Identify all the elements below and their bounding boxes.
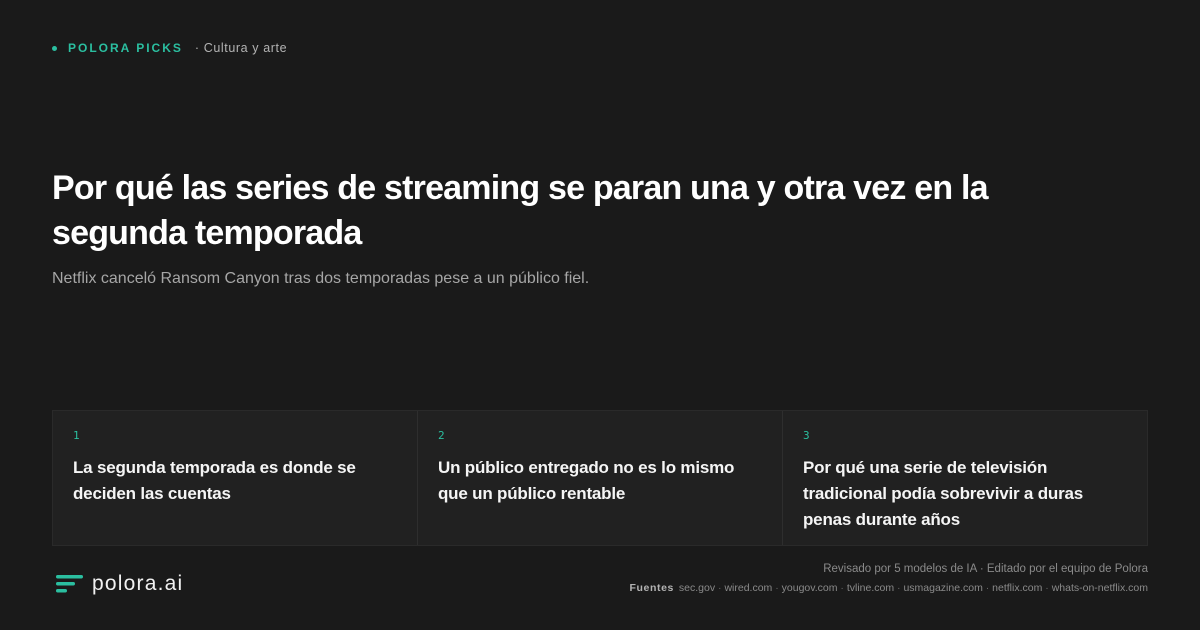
card-number: 1	[73, 429, 80, 442]
source-link[interactable]: tvline.com	[847, 582, 894, 594]
separator: ·	[985, 582, 990, 594]
separator: ·	[775, 582, 779, 594]
sources-label: Fuentes	[629, 582, 674, 594]
key-point-card[interactable]: 2 Un público entregado no es lo mismo qu…	[418, 411, 783, 545]
section-label[interactable]: · Cultura y arte	[195, 41, 287, 55]
logo-wordmark: polora.ai	[92, 572, 184, 595]
card-text: La segunda temporada es donde se deciden…	[73, 458, 356, 503]
card-text: Un público entregado no es lo mismo que …	[438, 458, 735, 503]
review-note: Revisado por 5 modelos de IA · Editado p…	[823, 563, 1148, 575]
source-link[interactable]: usmagazine.com	[903, 582, 982, 594]
polora-logo-icon	[56, 575, 83, 593]
header-tagline: POLORA PICKS · Cultura y arte	[52, 40, 287, 56]
source-link[interactable]: wired.com	[724, 582, 772, 594]
card-number: 2	[438, 429, 445, 442]
separator: ·	[718, 582, 722, 594]
brand-tag[interactable]: POLORA PICKS	[68, 41, 183, 55]
separator: ·	[1045, 582, 1049, 594]
separator: ·	[897, 582, 901, 594]
page-subtitle: Netflix canceló Ransom Canyon tras dos t…	[52, 270, 590, 287]
key-point-card[interactable]: 3 Por qué una serie de televisión tradic…	[783, 411, 1147, 545]
sources-line: Fuentes sec.gov · wired.com · yougov.com…	[630, 582, 1148, 594]
source-link[interactable]: netflix.com	[992, 582, 1042, 594]
footer-credits: Revisado por 5 modelos de IA · Editado p…	[630, 563, 1148, 594]
source-link[interactable]: whats-on-netflix.com	[1052, 582, 1148, 594]
card-text: Por qué una serie de televisión tradicio…	[803, 458, 1083, 529]
separator: ·	[840, 582, 844, 594]
key-points: 1 La segunda temporada es donde se decid…	[52, 410, 1148, 546]
card-number: 3	[803, 429, 810, 442]
source-link[interactable]: sec.gov	[679, 582, 715, 594]
accent-dot-icon	[52, 45, 57, 51]
key-point-card[interactable]: 1 La segunda temporada es donde se decid…	[53, 411, 418, 545]
page-title: Por qué las series de streaming se paran…	[52, 169, 989, 252]
source-link[interactable]: yougov.com	[782, 582, 838, 594]
polora-logo[interactable]: polora.ai	[56, 572, 183, 596]
